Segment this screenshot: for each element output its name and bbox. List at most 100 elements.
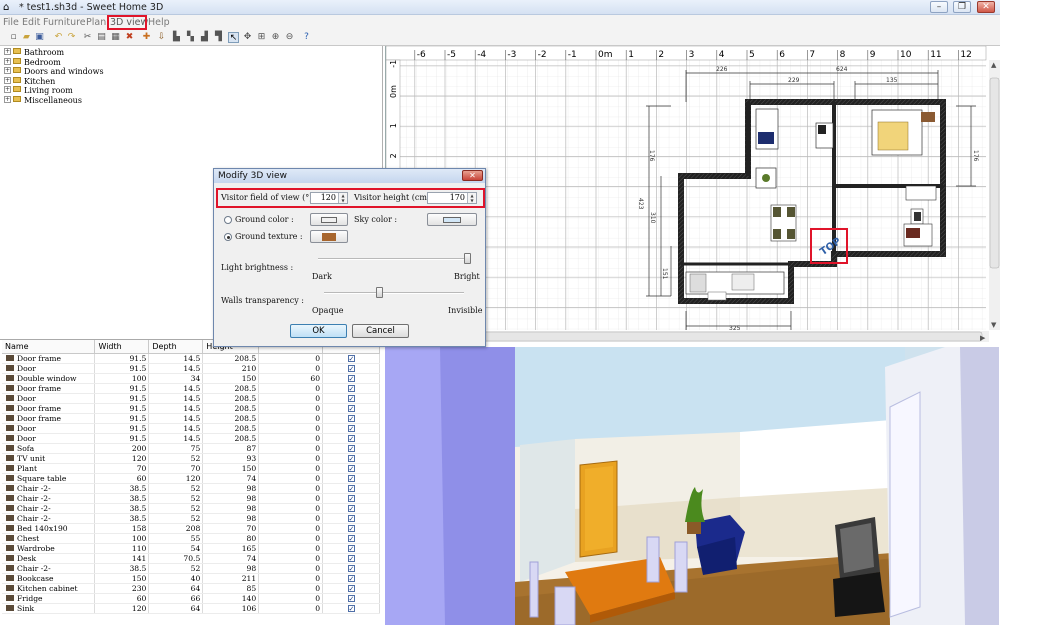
table-row[interactable]: Bed 140x190 158 208 70 0 ✓ <box>2 523 380 534</box>
ok-button[interactable]: OK <box>290 324 347 338</box>
pan-icon[interactable]: ✥ <box>242 32 253 43</box>
menu-edit[interactable]: Edit <box>22 16 40 29</box>
restore-icon[interactable]: ❐ <box>953 1 971 13</box>
furniture-table[interactable]: Name Width Depth Height Door frame91.514… <box>2 340 380 614</box>
table-row[interactable]: Fridge 60 66 140 0 ✓ <box>2 593 380 604</box>
table-row[interactable]: Chair -2- 38.5 52 98 0 ✓ <box>2 563 380 574</box>
visible-checkbox[interactable]: ✓ <box>347 514 355 522</box>
minimize-icon[interactable]: – <box>930 1 948 13</box>
table-row[interactable]: Door frame 91.5 14.5 208.5 0 ✓ <box>2 403 380 414</box>
furniture-list[interactable]: Name Width Depth Height Door frame91.514… <box>0 339 380 625</box>
open-icon[interactable]: ▰ <box>21 32 32 43</box>
menu-file[interactable]: File <box>3 16 19 29</box>
expand-icon[interactable]: + <box>4 67 11 74</box>
visible-checkbox[interactable]: ✓ <box>347 424 355 432</box>
ground-color-radio[interactable] <box>224 216 232 224</box>
visible-checkbox[interactable]: ✓ <box>347 584 355 592</box>
catalog-category[interactable]: + Doors and windows <box>4 67 104 76</box>
visible-checkbox[interactable]: ✓ <box>347 444 355 452</box>
cell-visible[interactable]: ✓ <box>322 403 380 414</box>
cell-visible[interactable]: ✓ <box>322 493 380 504</box>
table-row[interactable]: Door 91.5 14.5 208.5 0 ✓ <box>2 433 380 444</box>
table-row[interactable]: Door 91.5 14.5 208.5 0 ✓ <box>2 423 380 434</box>
visible-checkbox[interactable]: ✓ <box>347 504 355 512</box>
cell-visible[interactable]: ✓ <box>322 513 380 524</box>
table-row[interactable]: Sink 120 64 106 0 ✓ <box>2 603 380 614</box>
table-row[interactable]: Chair -2- 38.5 52 98 0 ✓ <box>2 483 380 494</box>
column-name[interactable]: Name <box>2 340 96 354</box>
cell-visible[interactable]: ✓ <box>322 413 380 424</box>
visible-checkbox[interactable]: ✓ <box>347 414 355 422</box>
visible-checkbox[interactable]: ✓ <box>347 554 355 562</box>
cell-visible[interactable]: ✓ <box>322 363 380 374</box>
column-depth[interactable]: Depth <box>148 340 204 354</box>
visible-checkbox[interactable]: ✓ <box>347 564 355 572</box>
select-icon[interactable]: ↖ <box>228 32 239 43</box>
add-furniture-icon[interactable]: ✚ <box>141 32 152 43</box>
cell-visible[interactable]: ✓ <box>322 583 380 594</box>
expand-icon[interactable]: + <box>4 57 11 65</box>
table-row[interactable]: Chair -2- 38.5 52 98 0 ✓ <box>2 503 380 514</box>
visitor-height-spinner[interactable]: 170 ▲ ▼ <box>427 192 477 204</box>
visible-checkbox[interactable]: ✓ <box>347 544 355 552</box>
visible-checkbox[interactable]: ✓ <box>347 604 355 612</box>
table-row[interactable]: Desk 141 70.5 74 0 ✓ <box>2 553 380 564</box>
cell-visible[interactable]: ✓ <box>322 423 380 434</box>
cell-visible[interactable]: ✓ <box>322 443 380 454</box>
cell-visible[interactable]: ✓ <box>322 393 380 404</box>
cancel-button[interactable]: Cancel <box>352 324 409 338</box>
walls-transparency-slider[interactable] <box>324 292 464 294</box>
sky-color-button[interactable] <box>427 213 477 226</box>
visible-checkbox[interactable]: ✓ <box>347 484 355 492</box>
cell-visible[interactable]: ✓ <box>322 533 380 544</box>
visible-checkbox[interactable]: ✓ <box>347 494 355 502</box>
light-brightness-slider[interactable] <box>318 258 468 260</box>
cell-visible[interactable]: ✓ <box>322 603 380 614</box>
align-top-icon[interactable]: ▜ <box>213 32 224 43</box>
cell-visible[interactable]: ✓ <box>322 373 380 384</box>
visible-checkbox[interactable]: ✓ <box>347 594 355 602</box>
align-right-icon[interactable]: ▟ <box>199 32 210 43</box>
catalog-category[interactable]: + Kitchen <box>4 76 55 86</box>
table-row[interactable]: Door frame 91.5 14.5 208.5 0 ✓ <box>2 353 380 364</box>
help-icon[interactable]: ? <box>301 32 312 43</box>
visible-checkbox[interactable]: ✓ <box>347 364 355 372</box>
table-row[interactable]: Door 91.5 14.5 208.5 0 ✓ <box>2 393 380 404</box>
import-icon[interactable]: ⇩ <box>156 32 167 43</box>
table-row[interactable]: Double window 100 34 150 60 ✓ <box>2 373 380 384</box>
catalog-category[interactable]: + Bathroom <box>4 48 64 57</box>
cell-visible[interactable]: ✓ <box>322 483 380 494</box>
column-width[interactable]: Width <box>94 340 150 354</box>
visible-checkbox[interactable]: ✓ <box>347 404 355 412</box>
table-row[interactable]: Door 91.5 14.5 210 0 ✓ <box>2 363 380 374</box>
table-row[interactable]: Plant 70 70 150 0 ✓ <box>2 463 380 474</box>
menu-furniture[interactable]: Furniture <box>43 16 86 29</box>
catalog-category[interactable]: + Bedroom <box>4 57 61 67</box>
zoom-in-icon[interactable]: ⊕ <box>270 32 281 43</box>
table-row[interactable]: Wardrobe 110 54 165 0 ✓ <box>2 543 380 554</box>
catalog-category[interactable]: + Living room <box>4 86 73 95</box>
cell-visible[interactable]: ✓ <box>322 553 380 564</box>
cell-visible[interactable]: ✓ <box>322 563 380 574</box>
new-icon[interactable]: ▫ <box>8 32 19 43</box>
table-row[interactable]: Sofa 200 75 87 0 ✓ <box>2 443 380 454</box>
catalog-category[interactable]: + Miscellaneous <box>4 95 82 105</box>
ground-texture-button[interactable] <box>310 230 348 243</box>
dialog-close-icon[interactable]: ✕ <box>462 170 483 181</box>
expand-icon[interactable]: + <box>4 86 11 93</box>
visible-checkbox[interactable]: ✓ <box>347 474 355 482</box>
cell-visible[interactable]: ✓ <box>322 593 380 604</box>
expand-icon[interactable]: + <box>4 48 11 55</box>
table-row[interactable]: TV unit 120 52 93 0 ✓ <box>2 453 380 464</box>
visible-checkbox[interactable]: ✓ <box>347 434 355 442</box>
undo-icon[interactable]: ↶ <box>53 32 64 43</box>
visible-checkbox[interactable]: ✓ <box>347 574 355 582</box>
expand-icon[interactable]: + <box>4 76 11 84</box>
menu-plan[interactable]: Plan <box>86 16 106 29</box>
cell-visible[interactable]: ✓ <box>322 473 380 484</box>
spinner-arrows-icon[interactable]: ▲ ▼ <box>467 193 476 203</box>
copy-icon[interactable]: ▤ <box>96 32 107 43</box>
visible-checkbox[interactable]: ✓ <box>347 454 355 462</box>
table-row[interactable]: Chest 100 55 80 0 ✓ <box>2 533 380 544</box>
visible-checkbox[interactable]: ✓ <box>347 384 355 392</box>
